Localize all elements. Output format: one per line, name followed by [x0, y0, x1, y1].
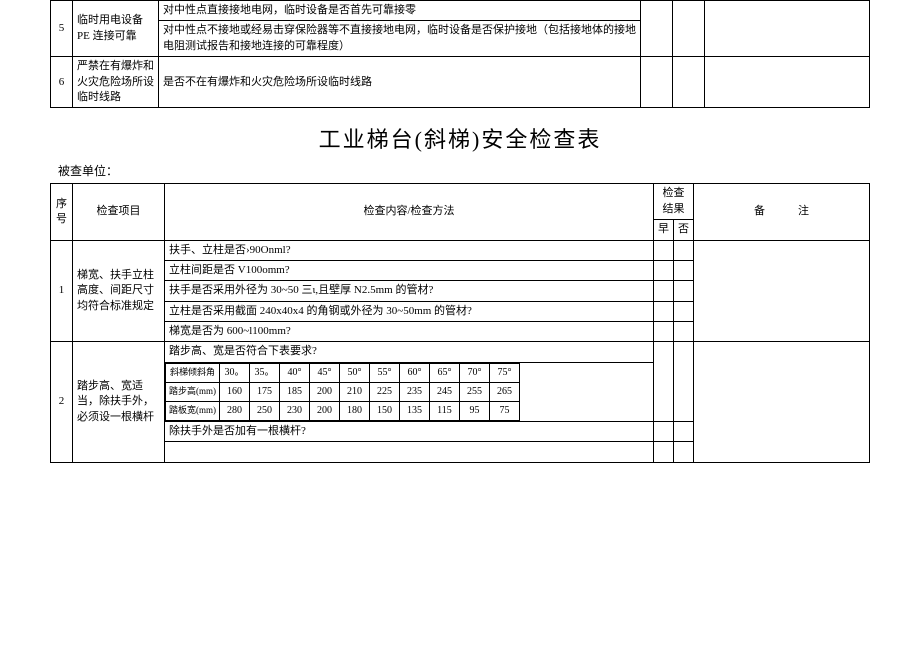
result-cell	[654, 421, 674, 441]
nested-cell: 95	[460, 401, 490, 420]
row-content: 立柱是否采用截面 240x40x4 的角钢或外径为 30~50mm 的管材?	[165, 301, 654, 321]
result-cell	[654, 301, 674, 321]
note-cell	[705, 57, 870, 108]
row-content: 对中性点直接接地电网，临时设备是否首先可靠接零	[159, 1, 641, 21]
nested-cell: 35。	[250, 363, 280, 382]
row-seq: 5	[51, 1, 73, 57]
nested-cell: 75°	[490, 363, 520, 382]
row-item: 严禁在有爆炸和火灾危险场所设临时线路	[73, 57, 159, 108]
result-cell	[674, 342, 694, 421]
row-content: 梯宽是否为 600~l100mm?	[165, 322, 654, 342]
nested-cell: 70°	[460, 363, 490, 382]
nested-step-table: 斜梯倾斜角 30。 35。 40° 45° 50° 55° 60° 65° 70…	[165, 363, 520, 421]
nested-cell: 235	[400, 382, 430, 401]
result-cell	[654, 260, 674, 280]
result-cell	[641, 1, 673, 57]
nested-cell: 40°	[280, 363, 310, 382]
row-item: 梯宽、扶手立柱高度、间距尺寸均符合标准规定	[73, 240, 165, 342]
row-content: 是否不在有爆炸和火灾危险场所设临时线路	[159, 57, 641, 108]
nested-cell: 60°	[400, 363, 430, 382]
nested-cell: 175	[250, 382, 280, 401]
result-cell	[674, 442, 694, 462]
row-content: 除扶手外是否加有一根横杆?	[165, 421, 654, 441]
nested-cell: 75	[490, 401, 520, 420]
nested-cell: 255	[460, 382, 490, 401]
page-title: 工业梯台(斜梯)安全检查表	[50, 122, 870, 154]
result-cell	[674, 301, 694, 321]
nested-cell: 180	[340, 401, 370, 420]
row-content: 扶手是否采用外径为 30~50 三ι,且壁厚 N2.5mm 的管材?	[165, 281, 654, 301]
unit-label: 被查单位：	[58, 162, 870, 179]
result-cell	[654, 281, 674, 301]
row-item: 临时用电设备 PE 连接可靠	[73, 1, 159, 57]
note-cell	[705, 1, 870, 57]
nested-cell: 45°	[310, 363, 340, 382]
nested-cell: 200	[310, 382, 340, 401]
nested-header: 踏步高(mm)	[166, 382, 220, 401]
nested-cell: 50°	[340, 363, 370, 382]
row-content: 立柱间距是否 V100omm?	[165, 260, 654, 280]
nested-cell: 280	[220, 401, 250, 420]
result-cell	[673, 57, 705, 108]
result-cell	[674, 260, 694, 280]
header-item: 检查项目	[73, 184, 165, 240]
result-cell	[641, 57, 673, 108]
nested-header: 斜梯倾斜角	[166, 363, 220, 382]
row-content: 对中性点不接地或经易击穿保险器等不直接接地电网，临时设备是否保护接地（包括接地体…	[159, 21, 641, 57]
row-seq: 6	[51, 57, 73, 108]
nested-cell: 115	[430, 401, 460, 420]
result-cell	[674, 281, 694, 301]
nested-pre-text: 踏步高、宽是否符合下表要求?	[165, 342, 653, 362]
nested-cell: 225	[370, 382, 400, 401]
result-cell	[654, 342, 674, 421]
nested-cell: 55°	[370, 363, 400, 382]
result-cell	[654, 240, 674, 260]
row-item: 踏步高、宽适当，除扶手外，必须设一根横杆	[73, 342, 165, 462]
note-cell	[694, 240, 870, 342]
nested-cell: 65°	[430, 363, 460, 382]
row-content-empty	[165, 442, 654, 462]
note-cell	[694, 342, 870, 462]
header-seq: 序号	[51, 184, 73, 240]
nested-cell: 150	[370, 401, 400, 420]
result-cell	[654, 442, 674, 462]
row-content-nested: 踏步高、宽是否符合下表要求? 斜梯倾斜角 30。 35。 40° 45° 50°…	[165, 342, 654, 421]
nested-cell: 200	[310, 401, 340, 420]
nested-cell: 185	[280, 382, 310, 401]
row-seq: 2	[51, 342, 73, 462]
nested-cell: 30。	[220, 363, 250, 382]
result-cell	[673, 1, 705, 57]
row-content: 扶手、立柱是否›90Onml?	[165, 240, 654, 260]
header-note: 备 注	[694, 184, 870, 240]
result-cell	[654, 322, 674, 342]
nested-header: 踏板宽(mm)	[166, 401, 220, 420]
nested-cell: 135	[400, 401, 430, 420]
nested-cell: 245	[430, 382, 460, 401]
result-cell	[674, 322, 694, 342]
header-result: 检查结果	[654, 184, 694, 220]
nested-cell: 160	[220, 382, 250, 401]
nested-cell: 250	[250, 401, 280, 420]
result-cell	[674, 421, 694, 441]
header-yes: 早	[654, 220, 674, 240]
nested-cell: 265	[490, 382, 520, 401]
header-no: 否	[674, 220, 694, 240]
main-checklist-table: 序号 检查项目 检查内容/检查方法 检查结果 备 注 早 否 1 梯宽、扶手立柱…	[50, 183, 870, 462]
nested-cell: 210	[340, 382, 370, 401]
header-content: 检查内容/检查方法	[165, 184, 654, 240]
result-cell	[674, 240, 694, 260]
upper-continuation-table: 5 临时用电设备 PE 连接可靠 对中性点直接接地电网，临时设备是否首先可靠接零…	[50, 0, 870, 108]
row-seq: 1	[51, 240, 73, 342]
nested-cell: 230	[280, 401, 310, 420]
